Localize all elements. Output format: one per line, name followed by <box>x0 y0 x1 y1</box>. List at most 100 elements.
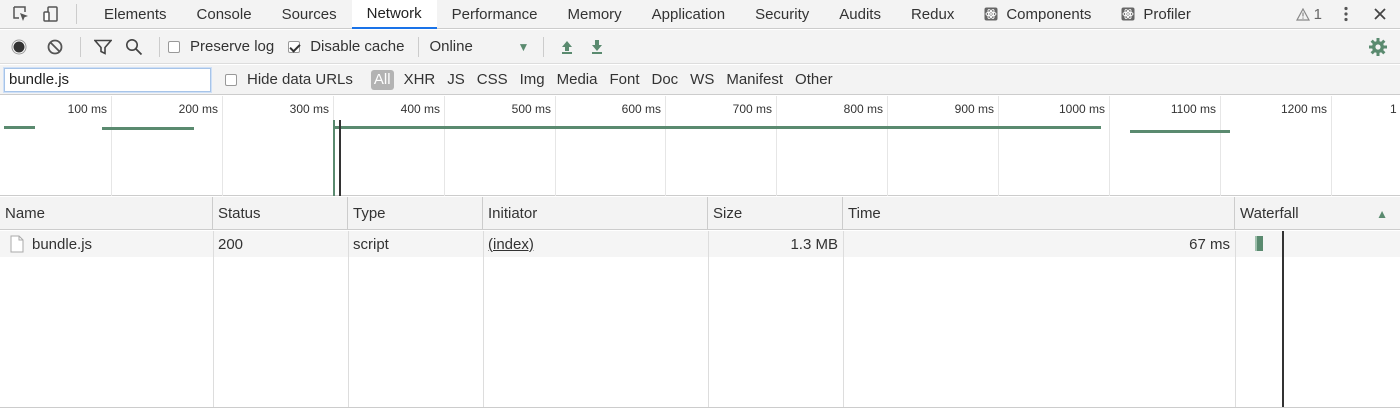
tab-label: Sources <box>281 5 337 23</box>
filter-type-css[interactable]: CSS <box>471 69 514 91</box>
tab-label: Components <box>1006 5 1092 23</box>
tab-elements[interactable]: Elements <box>89 0 182 29</box>
column-header-time[interactable]: Time <box>843 197 1235 230</box>
column-header-waterfall[interactable]: Waterfall ▲ <box>1235 197 1400 230</box>
overview-tick-label: 900 ms <box>954 102 994 116</box>
tab-label: Network <box>366 4 422 22</box>
disable-cache-box[interactable] <box>288 40 301 53</box>
tab-profiler[interactable]: Profiler <box>1106 0 1206 29</box>
column-divider <box>213 231 214 407</box>
more-options-icon[interactable] <box>1336 0 1356 29</box>
tab-performance[interactable]: Performance <box>437 0 553 29</box>
hide-data-urls-box[interactable] <box>225 73 237 86</box>
overview-tick-label: 400 ms <box>400 102 440 116</box>
tab-label: Security <box>755 5 810 23</box>
overview-gridline <box>887 96 888 196</box>
column-header-size[interactable]: Size <box>708 197 843 230</box>
filter-type-xhr[interactable]: XHR <box>398 69 442 91</box>
request-type: script <box>353 235 389 253</box>
tab-application[interactable]: Application <box>637 0 740 29</box>
filter-type-other[interactable]: Other <box>789 69 839 91</box>
column-divider <box>843 231 844 407</box>
throttling-select[interactable]: Online ▼ <box>429 38 529 55</box>
column-header-type[interactable]: Type <box>348 197 483 230</box>
network-overview: 100 ms 200 ms 300 ms 400 ms 500 ms 600 ms 700 … <box>0 96 1400 196</box>
table-header: Name Status Type Initiator Size Time Waterfall… <box>0 197 1400 230</box>
record-button[interactable] <box>0 30 38 64</box>
overview-request-bar <box>1130 130 1230 133</box>
resource-type-filters: All XHR JS CSS Img Media Font Doc WS Manifest Othe… <box>367 69 839 91</box>
request-status: 200 <box>218 235 244 253</box>
tab-memory[interactable]: Memory <box>553 0 637 29</box>
preserve-log-label: Preserve log <box>190 38 275 55</box>
toolbar-separator <box>80 36 81 57</box>
tab-audits[interactable]: Audits <box>824 0 896 29</box>
tab-security[interactable]: Security <box>740 0 824 29</box>
column-header-initiator[interactable]: Initiator <box>483 197 708 230</box>
overview-gridline <box>998 96 999 196</box>
overview-tick-label: 1 <box>1390 102 1397 116</box>
throttling-value: Online <box>429 38 473 55</box>
cell-type: script <box>348 231 483 257</box>
cell-size: 1.3 MB <box>708 231 843 257</box>
tab-list: Elements Console Sources Network Performance… <box>89 0 1206 29</box>
hide-data-urls-checkbox[interactable]: Hide data URLs <box>225 71 353 88</box>
column-header-status[interactable]: Status <box>213 197 348 230</box>
toolbar-separator <box>418 36 420 57</box>
overview-request-bar <box>102 127 194 130</box>
tab-console[interactable]: Console <box>182 0 267 29</box>
column-header-name[interactable]: Name <box>0 197 213 230</box>
network-toolbar: Preserve log Disable cache Online ▼ <box>0 30 1400 64</box>
overview-event-marker <box>333 120 335 196</box>
column-divider <box>348 231 349 407</box>
overview-gridline <box>1109 96 1110 196</box>
tab-sources[interactable]: Sources <box>267 0 352 29</box>
tab-components[interactable]: Components <box>969 0 1106 29</box>
overview-gridline <box>555 96 556 196</box>
device-toolbar-icon[interactable] <box>36 0 66 29</box>
filter-type-ws[interactable]: WS <box>684 69 720 91</box>
import-har-button[interactable] <box>552 30 582 64</box>
toolbar-separator <box>543 36 545 57</box>
hide-data-urls-label: Hide data URLs <box>247 71 353 88</box>
settings-button[interactable] <box>1366 30 1390 64</box>
clear-button[interactable] <box>38 30 72 64</box>
filter-button[interactable] <box>89 30 117 64</box>
warnings-count: 1 <box>1313 5 1322 23</box>
column-header-label: Time <box>848 205 881 222</box>
warnings-indicator[interactable]: 1 <box>1295 5 1322 23</box>
filter-type-doc[interactable]: Doc <box>645 69 684 91</box>
filter-type-manifest[interactable]: Manifest <box>720 69 789 91</box>
chevron-down-icon: ▼ <box>517 39 530 54</box>
export-har-button[interactable] <box>582 30 612 64</box>
tab-redux[interactable]: Redux <box>896 0 969 29</box>
tab-label: Elements <box>104 5 167 23</box>
inspect-element-icon[interactable] <box>6 0 36 29</box>
column-header-label: Type <box>353 205 386 222</box>
filter-type-all[interactable]: All <box>370 69 394 90</box>
overview-request-bar <box>333 126 1101 129</box>
filter-type-js[interactable]: JS <box>441 69 471 91</box>
overview-tick-label: 200 ms <box>178 102 218 116</box>
sort-ascending-icon: ▲ <box>1376 206 1388 221</box>
search-button[interactable] <box>117 30 151 64</box>
column-divider <box>1235 231 1236 407</box>
column-header-label: Status <box>218 205 261 222</box>
filter-type-font[interactable]: Font <box>603 69 645 91</box>
column-header-label: Initiator <box>488 205 538 222</box>
overview-tick-label: 1100 ms <box>1170 102 1216 116</box>
overview-event-marker <box>339 120 341 196</box>
filter-type-img[interactable]: Img <box>514 69 551 91</box>
close-devtools-icon[interactable] <box>1368 0 1392 29</box>
filter-input[interactable]: bundle.js <box>4 67 211 92</box>
preserve-log-checkbox[interactable]: Preserve log <box>168 38 274 55</box>
tab-label: Redux <box>910 5 955 23</box>
preserve-log-box[interactable] <box>168 40 180 53</box>
disable-cache-checkbox[interactable]: Disable cache <box>288 38 404 55</box>
initiator-link[interactable]: (index) <box>488 236 534 253</box>
tab-network[interactable]: Network <box>351 0 437 29</box>
table-bottom-border <box>0 407 1400 408</box>
filter-type-media[interactable]: Media <box>551 69 604 91</box>
table-row[interactable]: bundle.js 200 script (index) 1.3 MB 67 m… <box>0 231 1400 257</box>
overview-request-bar <box>4 126 35 129</box>
